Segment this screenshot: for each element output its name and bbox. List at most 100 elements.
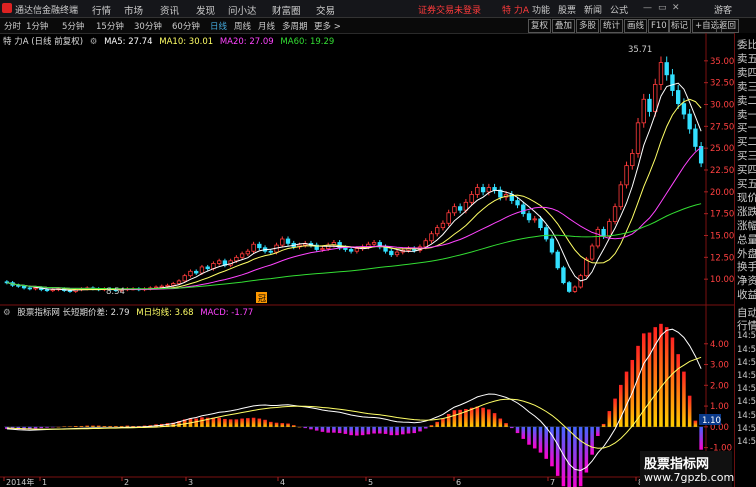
- current-stock-name: 特 力A: [502, 6, 530, 16]
- menu-item-formula[interactable]: 公式: [610, 3, 628, 16]
- side-panel-time: 14:56: [737, 357, 756, 368]
- price-tick-label: 20.00: [710, 188, 734, 198]
- macd-indicator-info: ⚙ 股票指标网 长短期价差: 2.79 M日均线: 3.68 MACD: -1.…: [3, 306, 257, 318]
- period-weekly[interactable]: 周线: [234, 20, 251, 32]
- stock-chart[interactable]: 35.00 32.50 30.00 27.50 25.00 22.50 20.00 17.50…: [0, 33, 734, 487]
- minimize-icon[interactable]: —: [643, 3, 652, 13]
- macd-bar: [240, 418, 244, 427]
- menu-item-discover[interactable]: 发现: [196, 3, 215, 17]
- candle: [394, 251, 400, 256]
- macd-bar: [349, 426, 353, 436]
- restore-icon[interactable]: ▭: [658, 3, 667, 13]
- macd-bar: [699, 426, 703, 450]
- gear-icon[interactable]: ⚙: [90, 37, 98, 47]
- multi-stock-button[interactable]: 多股: [576, 19, 600, 33]
- login-warning[interactable]: 证券交易未登录: [418, 3, 481, 16]
- mark-button[interactable]: 标记: [668, 19, 692, 33]
- f10-button[interactable]: F10: [648, 19, 670, 33]
- ma5-value: MA5: 27.74: [104, 37, 153, 47]
- menu-item-newsfeed[interactable]: 新闻: [584, 3, 602, 16]
- macd-bar: [469, 407, 474, 427]
- macd-bar: [492, 413, 497, 427]
- side-panel-time: 14:56: [737, 410, 756, 421]
- period-30min[interactable]: 30分钟: [134, 20, 162, 32]
- side-panel-label: 卖二: [737, 94, 756, 107]
- guest-user[interactable]: 游客: [714, 3, 732, 16]
- macd-bar: [481, 407, 485, 427]
- gear-icon[interactable]: ⚙: [3, 308, 11, 318]
- side-panel-time: 14:56: [737, 384, 756, 395]
- candle: [280, 238, 285, 246]
- ma5-line: [6, 82, 702, 291]
- time-tick-label: 5: [368, 478, 373, 487]
- side-panel-label: 买五: [737, 178, 756, 190]
- macd-bar: [504, 423, 508, 427]
- macd-bar: [131, 426, 135, 427]
- candle: [463, 201, 469, 211]
- macd-bar: [291, 425, 296, 427]
- macd-bar: [578, 426, 583, 487]
- macd-bar: [56, 426, 61, 428]
- candle: [475, 187, 480, 195]
- draw-line-button[interactable]: 画线: [624, 19, 648, 33]
- macd-bar: [62, 426, 67, 427]
- macd-bar: [274, 422, 279, 427]
- menu-item-quotes[interactable]: 行情: [92, 3, 111, 17]
- candle: [257, 243, 262, 249]
- menu-item-ask[interactable]: 问小达: [228, 3, 257, 17]
- period-60min[interactable]: 60分钟: [172, 20, 200, 32]
- candle: [664, 62, 669, 76]
- time-tick-label: 6: [456, 478, 461, 487]
- side-panel-label: 买一: [737, 122, 756, 135]
- statistics-button[interactable]: 统计: [600, 19, 624, 33]
- macd-bar: [647, 332, 652, 427]
- watermark: 股票指标网 www.7gpzb.com: [640, 451, 734, 487]
- period-timeshare[interactable]: 分时: [4, 20, 21, 32]
- candle: [532, 218, 537, 221]
- macd-bar: [682, 371, 686, 427]
- menu-item-trade[interactable]: 交易: [316, 3, 335, 17]
- macd-bar: [412, 426, 417, 434]
- price-tick-label: 30.00: [710, 101, 734, 111]
- menu-item-market[interactable]: 市场: [124, 3, 143, 17]
- back-button[interactable]: 返回: [716, 19, 740, 33]
- period-multi[interactable]: 多周期: [282, 20, 308, 32]
- period-15min[interactable]: 15分钟: [96, 20, 124, 32]
- side-panel-label: 外盘: [737, 247, 756, 260]
- period-more[interactable]: 更多 >: [314, 20, 341, 32]
- menu-item-news[interactable]: 资讯: [160, 3, 179, 17]
- macd-bar: [91, 425, 95, 427]
- candle: [446, 212, 451, 224]
- time-tick-label: 2: [124, 478, 129, 487]
- candle: [612, 206, 618, 222]
- candle: [176, 280, 182, 284]
- macd-bar: [343, 426, 348, 434]
- menu-item-stock[interactable]: 股票: [558, 3, 576, 16]
- period-5min[interactable]: 5分钟: [62, 20, 84, 32]
- time-tick-label: 3: [188, 478, 193, 487]
- menu-item-wealth[interactable]: 财富圈: [272, 3, 301, 17]
- close-icon[interactable]: ✕: [672, 3, 680, 13]
- candle: [521, 204, 526, 215]
- macd-bar: [389, 426, 394, 436]
- period-1min[interactable]: 1分钟: [26, 20, 48, 32]
- menu-bar: 通达信金融终端 行情 市场 资讯 发现 问小达 财富圈 交易 证券交易未登录 特…: [0, 0, 756, 18]
- macd-bar: [211, 417, 216, 427]
- candle: [429, 233, 434, 242]
- macd-bar: [297, 426, 302, 428]
- period-daily[interactable]: 日线: [210, 20, 227, 32]
- macd-bar: [498, 418, 503, 427]
- macd-bar: [228, 419, 233, 427]
- side-panel-label: 委比: [737, 39, 756, 51]
- period-monthly[interactable]: 月线: [258, 20, 275, 32]
- macd-bar: [567, 426, 571, 487]
- macd-bar: [664, 327, 669, 427]
- macd-bar: [487, 409, 491, 427]
- candle: [199, 266, 205, 274]
- candle: [239, 253, 245, 258]
- side-panel-label: 卖三: [737, 80, 756, 93]
- adjust-button[interactable]: 复权: [528, 19, 552, 33]
- overlay-button[interactable]: 叠加: [552, 19, 576, 33]
- candle: [681, 103, 687, 115]
- menu-item-function[interactable]: 功能: [532, 3, 550, 16]
